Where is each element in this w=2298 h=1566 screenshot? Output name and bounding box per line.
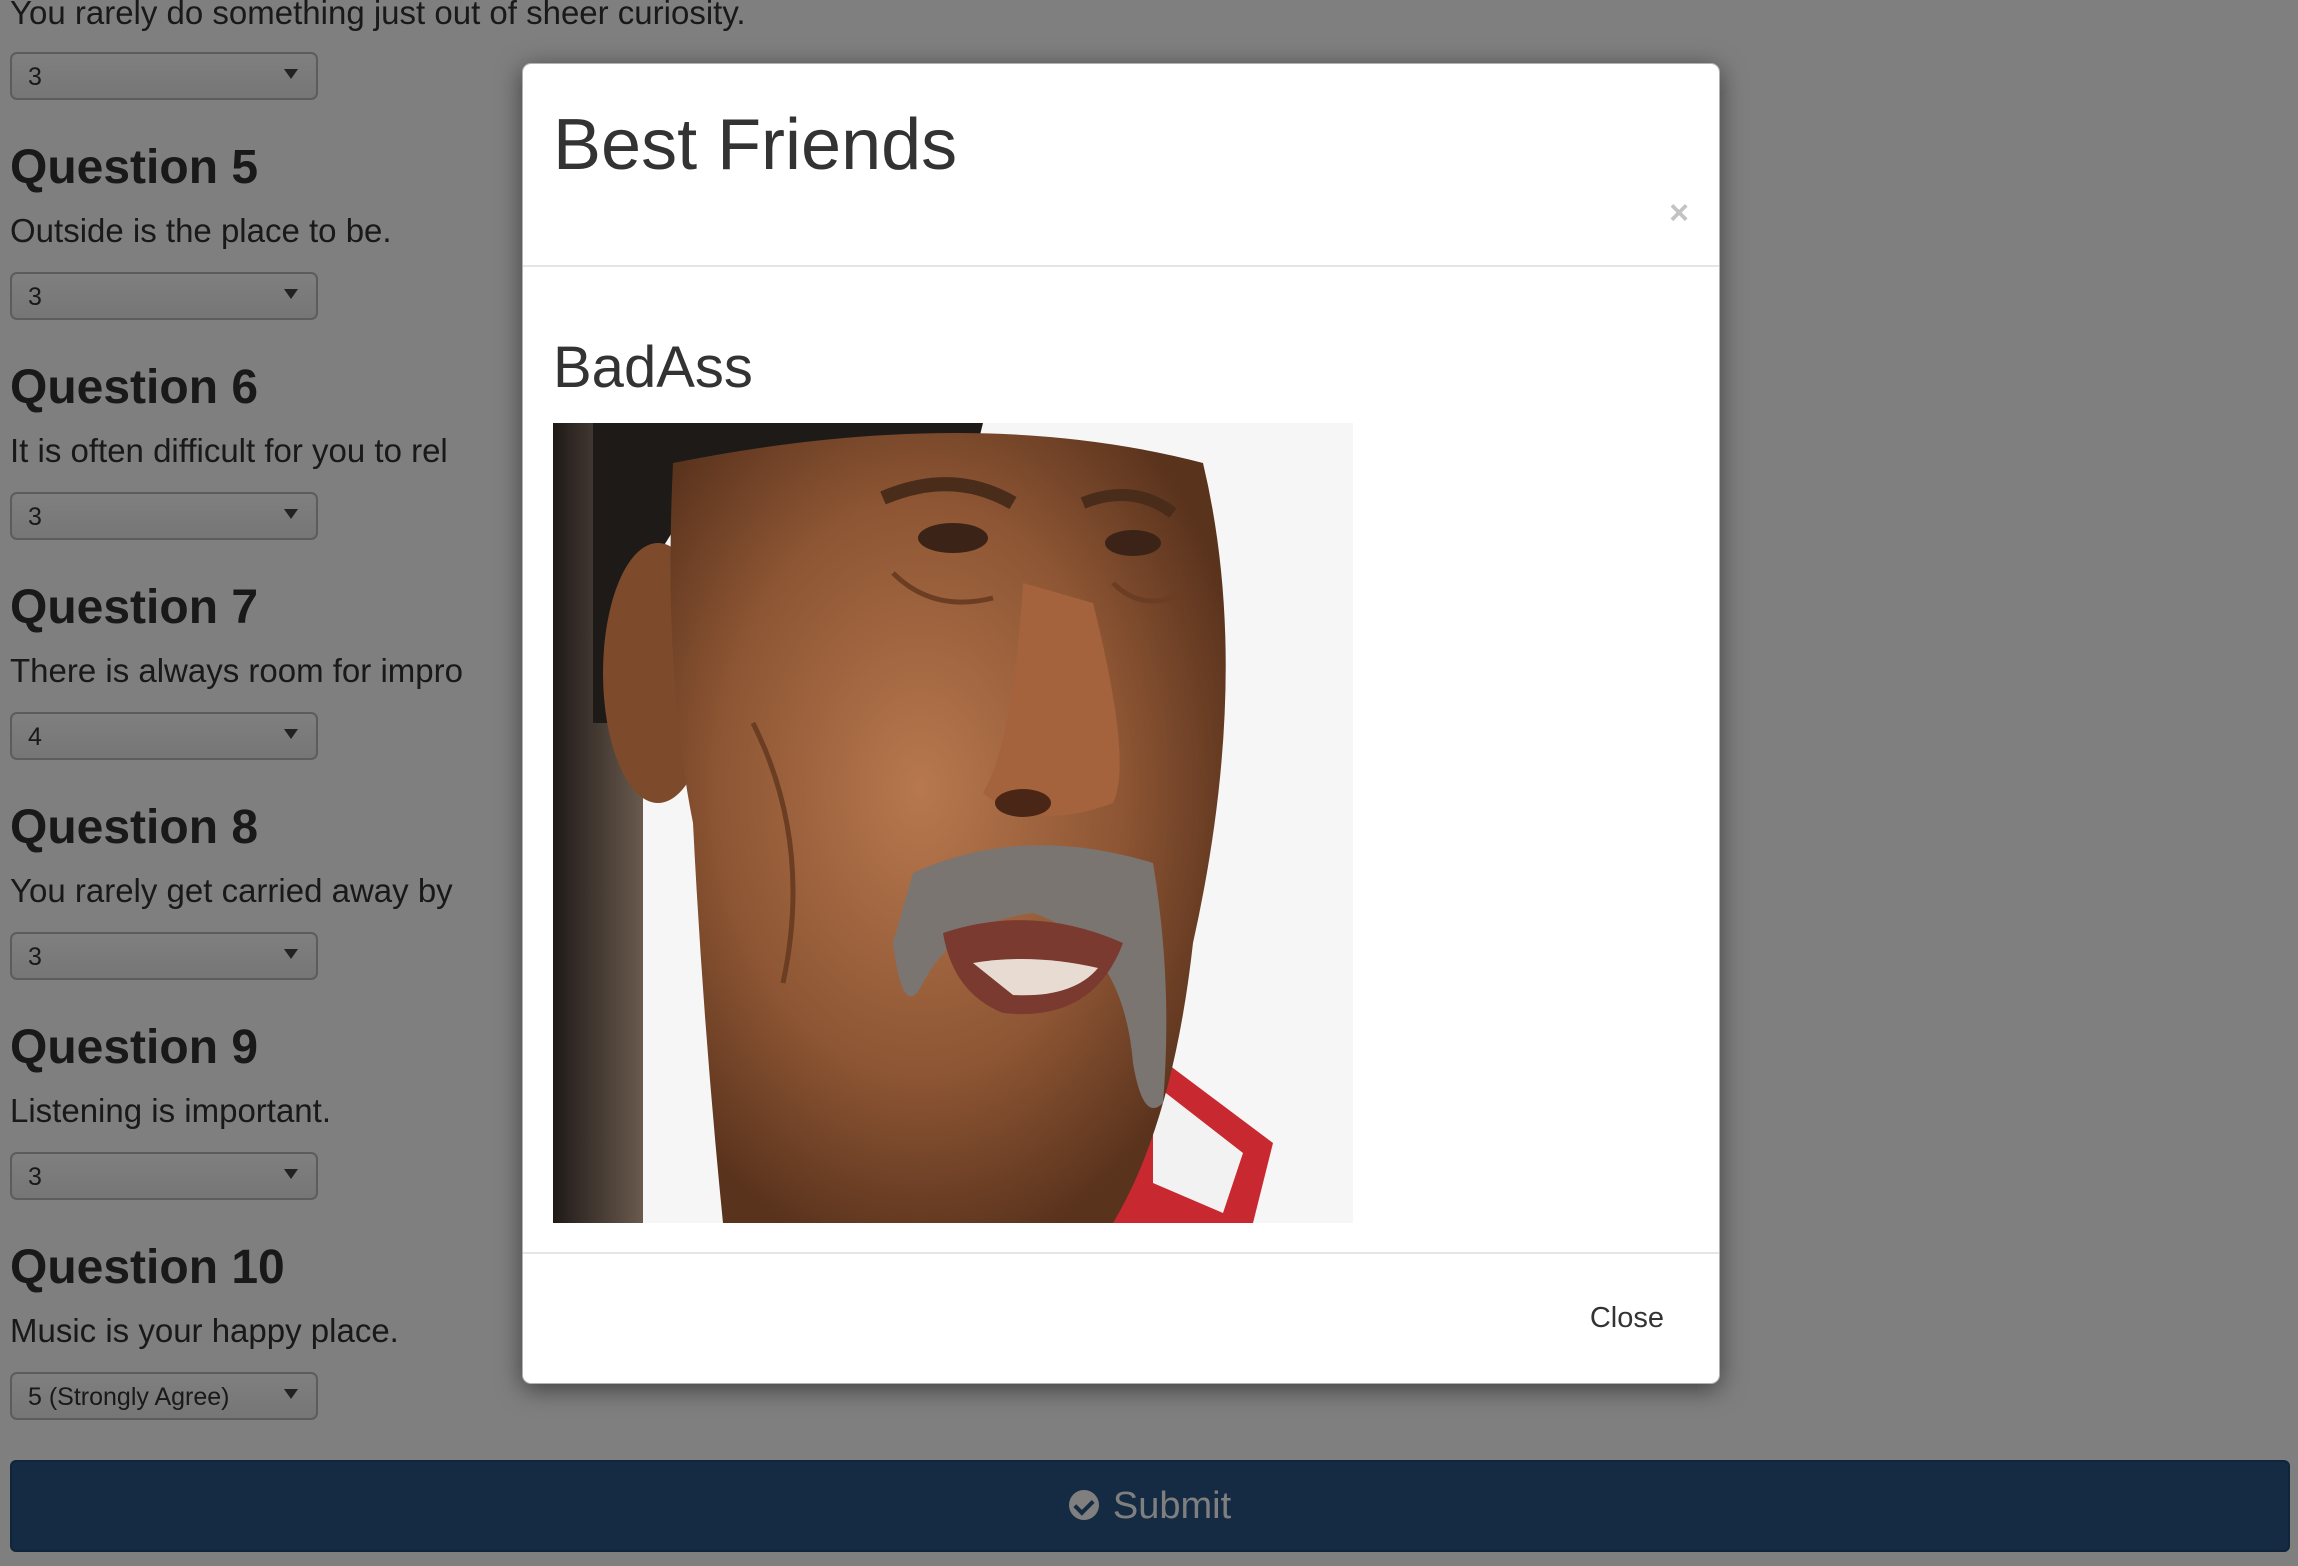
- friend-name: BadAss: [553, 335, 753, 400]
- modal-header-divider: [523, 265, 1719, 267]
- close-button[interactable]: Close: [1590, 1302, 1664, 1335]
- portrait-photo-icon: [553, 423, 1353, 1223]
- modal-footer-divider: [523, 1252, 1719, 1254]
- modal-title: Best Friends: [553, 105, 958, 185]
- close-icon[interactable]: ×: [1669, 194, 1689, 233]
- friend-photo: [553, 423, 1353, 1223]
- best-friends-modal: Best Friends × BadAss Close: [522, 63, 1720, 1384]
